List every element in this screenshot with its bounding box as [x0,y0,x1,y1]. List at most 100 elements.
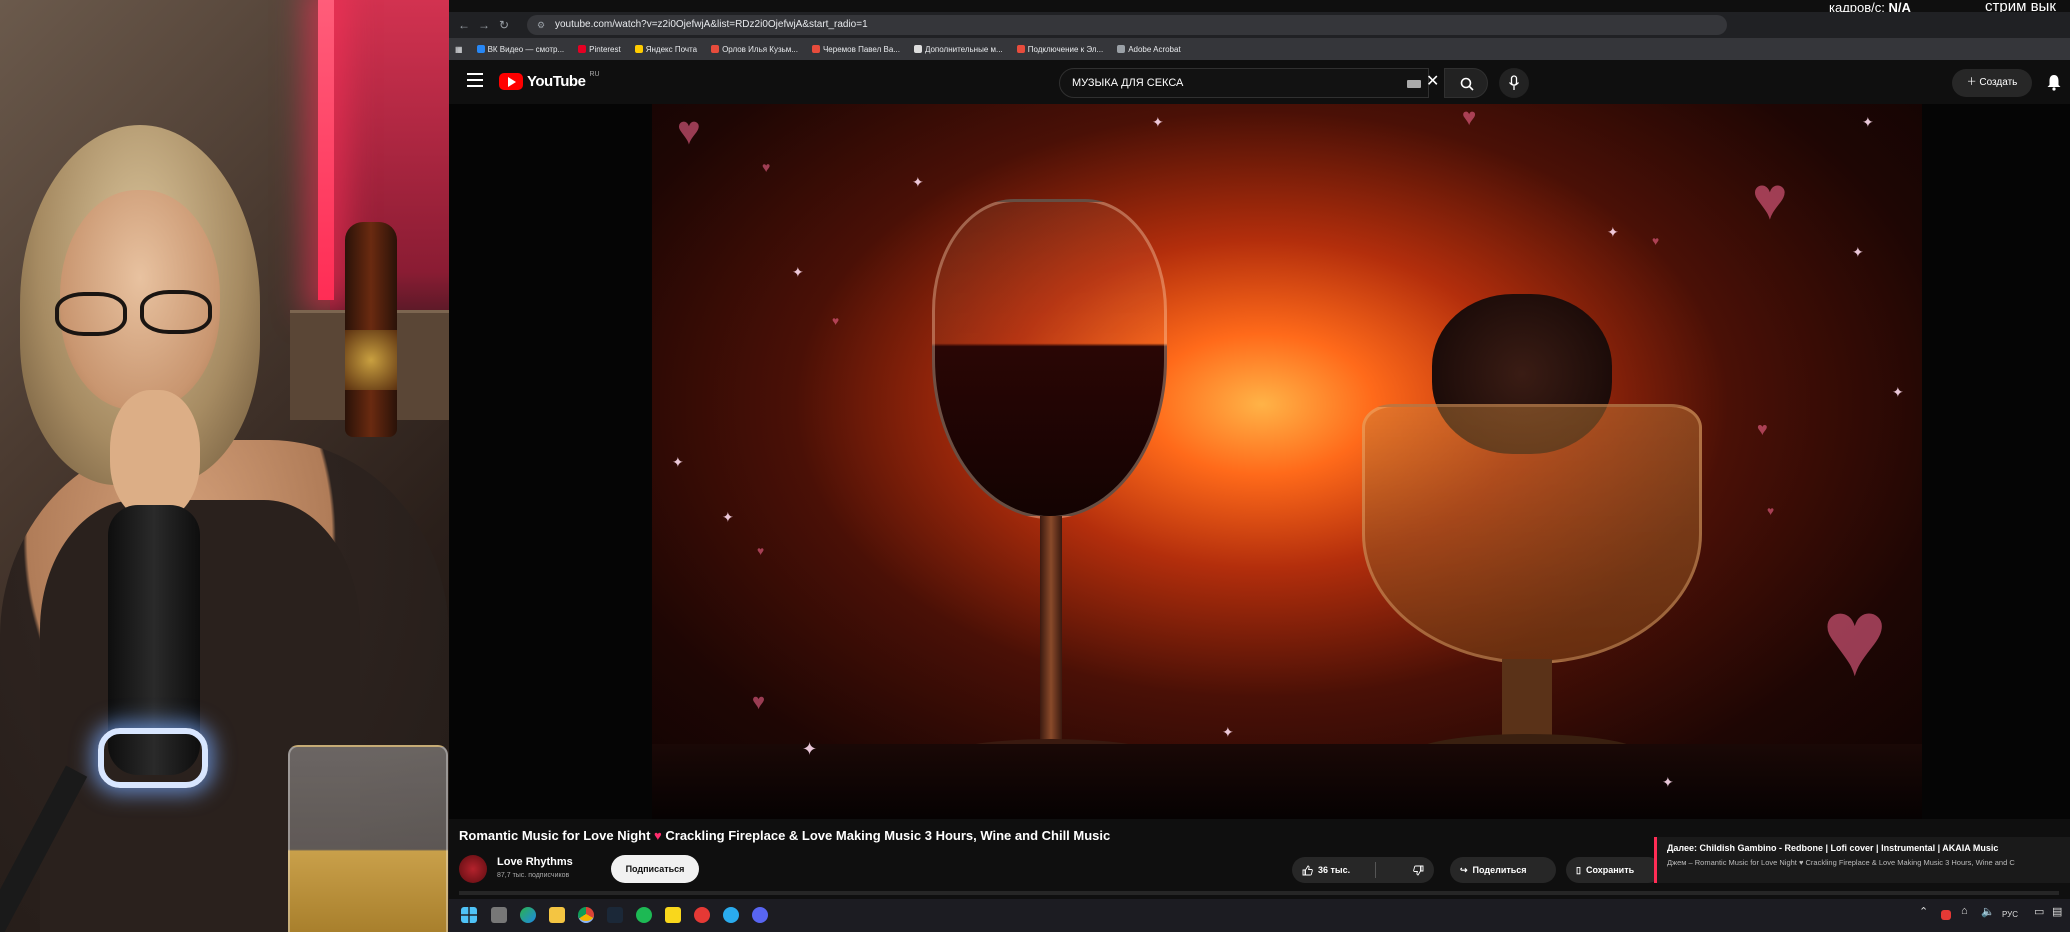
bookmark-item[interactable]: Орлов Илья Кузьм... [711,45,798,54]
glasses-right-lens [140,290,212,334]
heart-decoration: ♥ [1767,504,1775,518]
keyboard-icon[interactable] [1407,80,1421,88]
video-title: Romantic Music for Love Night ♥ Cracklin… [459,828,1110,843]
chrome-icon[interactable] [578,907,594,923]
clear-icon[interactable]: ✕ [1426,73,1439,91]
like-count[interactable]: 36 тыс. [1318,857,1350,883]
create-button[interactable]: ＋ Создать [1952,69,2032,97]
heart-decoration: ♥ [752,689,766,714]
player-letterbox-left [449,104,652,819]
share-button[interactable]: ↪ Поделиться [1450,857,1556,883]
bookmark-favicon-icon [476,45,485,53]
back-icon[interactable]: ← [455,16,473,34]
dislike-icon[interactable] [1413,865,1424,876]
create-label: Создать [1979,77,2018,88]
like-icon[interactable] [1302,865,1313,876]
bookmark-item[interactable]: Яндекс Почта [634,45,697,54]
edge-icon[interactable] [520,907,536,923]
address-bar-row: ← → ↻ ⚙ youtube.com/watch?v=z2i0OjefwjA&… [449,12,2070,38]
heart-decoration: ♥ [1752,165,1788,232]
channel-avatar[interactable] [459,855,487,883]
wine-glass-stem [1040,516,1062,746]
language-indicator[interactable]: РУС [2002,910,2018,919]
heart-decoration: ♥ [762,159,771,175]
heart-decoration: ♥ [677,109,701,153]
youtube-play-icon [499,73,523,90]
youtube-logo-text: YouTube [527,73,586,90]
telegram-icon[interactable] [723,907,739,923]
task-view-icon[interactable] [491,907,507,923]
beer-glass [288,745,448,932]
bookmark-favicon-icon [811,45,820,53]
bookmark-favicon-icon [913,45,922,53]
app-icon[interactable] [665,907,681,923]
url-text: youtube.com/watch?v=z2i0OjefwjA&list=RDz… [555,19,868,30]
streamer-hand [110,390,200,520]
sparkle-decoration: ✦ [1892,384,1904,400]
bookmark-label: Подключение к Эл... [1027,44,1104,54]
save-button[interactable]: ▯ Сохранить [1566,857,1661,883]
reload-icon[interactable]: ↻ [495,16,513,34]
forward-icon[interactable]: → [475,16,493,34]
stream-status-overlay: стрим вык [1985,0,2056,15]
bookmark-item[interactable]: Pinterest [578,45,621,54]
obs-icon[interactable] [694,907,710,923]
heart-decoration: ♥ [1822,576,1888,699]
display-icon[interactable]: ▭ [2034,905,2044,918]
bookmark-item[interactable]: Adobe Acrobat [1117,44,1181,54]
bookmark-favicon-icon [1117,45,1126,53]
next-up-subtitle: Джем – Romantic Music for Love Night ♥ C… [1667,858,2015,867]
network-icon[interactable]: ⌂ [1961,905,1968,917]
share-icon: ↪ [1460,865,1468,875]
url-field[interactable]: ⚙ youtube.com/watch?v=z2i0OjefwjA&list=R… [527,15,1727,35]
search-icon [1460,77,1474,91]
subscribe-button[interactable]: Подписаться [611,855,699,883]
sparkle-decoration: ✦ [722,509,734,525]
save-label: Сохранить [1585,865,1635,875]
youtube-region: RU [589,71,600,78]
bookmark-label: Черемов Павел Ва... [822,44,900,54]
bookmark-favicon-icon [1016,45,1025,53]
apps-grid-icon[interactable]: ▦ [455,45,463,54]
bookmark-item[interactable]: Подключение к Эл... [1016,44,1104,54]
search-input[interactable]: МУЗЫКА ДЛЯ СЕКСА [1059,68,1429,98]
windows-start-icon[interactable] [461,907,477,923]
youtube-logo[interactable]: YouTube RU [499,71,600,90]
sparkle-decoration: ✦ [792,264,804,280]
microphone-light-ring [98,728,208,788]
like-dislike-group: 36 тыс. [1292,857,1434,883]
hamburger-icon[interactable] [467,73,483,89]
notifications-icon[interactable]: ▤ [2052,905,2062,918]
windows-taskbar: ⌃ ⌂ 🔈 РУС ▭ ▤ [449,899,2070,932]
next-up-card[interactable]: Далее: Childish Gambino - Redbone | Lofi… [1654,837,2070,883]
bookmark-item[interactable]: ВК Видео — смотр... [476,45,564,54]
volume-icon[interactable]: 🔈 [1981,905,1995,918]
tray-app-icon[interactable] [1941,910,1951,920]
bookmark-item[interactable]: Черемов Павел Ва... [811,44,900,54]
sparkle-decoration: ✦ [1152,114,1164,130]
steam-icon[interactable] [607,907,623,923]
heart-decoration: ♥ [1462,104,1477,131]
like-separator [1375,862,1376,878]
video-title-heart: ♥ [654,828,662,843]
bottle-label [345,330,397,390]
video-player[interactable]: ♥ ♥ ♥ ♥ ♥ ♥ ♥ ♥ ♥ ♥ ♥ ✦ ✦ ✦ ✦ ✦ ✦ ✦ ✦ ✦ … [652,104,1922,819]
bookmark-label: Adobe Acrobat [1128,44,1181,54]
bell-icon[interactable] [2046,73,2062,91]
crystal-bowl [1362,404,1702,664]
bookmark-item[interactable]: Дополнительные м... [913,45,1003,54]
bookmarks-bar: ▦ ВК Видео — смотр... Pinterest Яндекс Почт… [449,38,2070,60]
spotify-icon[interactable] [636,907,652,923]
site-info-icon[interactable]: ⚙ [537,15,545,35]
discord-icon[interactable] [752,907,768,923]
voice-search-button[interactable] [1499,68,1529,98]
channel-name[interactable]: Love Rhythms [497,856,573,868]
content-divider [459,891,2059,895]
search-button[interactable] [1444,68,1488,98]
browser-window: кадров/с: N/A стрим вык ← → ↻ ⚙ youtube.… [449,0,2070,932]
file-explorer-icon[interactable] [549,907,565,923]
glasses-left-lens [55,292,127,336]
sparkle-decoration: ✦ [1862,114,1874,130]
webcam-feed [0,0,449,932]
chevron-up-icon[interactable]: ⌃ [1919,905,1928,918]
